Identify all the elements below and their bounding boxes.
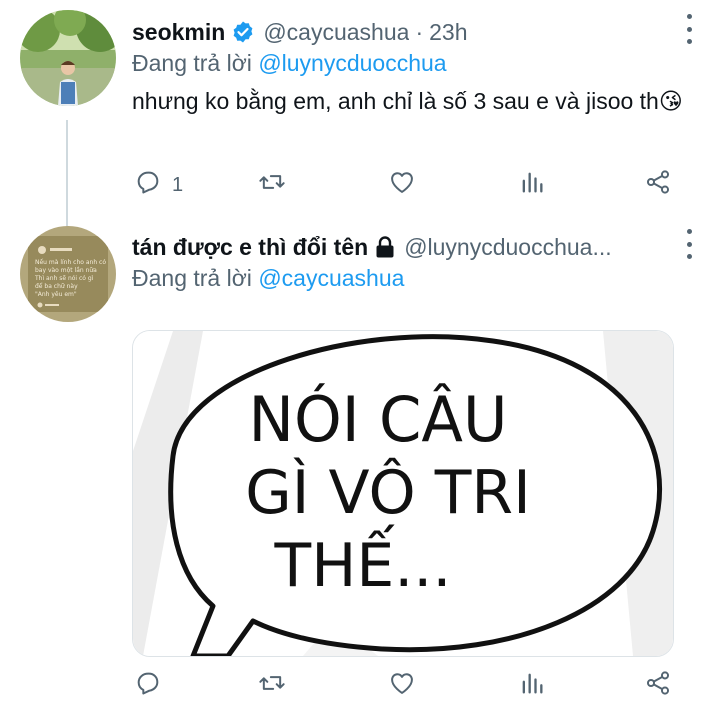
share-icon (644, 168, 672, 202)
like-button[interactable] (388, 671, 416, 701)
analytics-button[interactable] (518, 671, 546, 701)
speech-text-line: THẾ... (274, 523, 452, 601)
tweet-text: nhưng ko bằng em, anh chỉ là số 3 sau e … (132, 88, 683, 114)
like-button[interactable] (388, 170, 416, 200)
avatar-caption-line: Thì anh sẽ nói có gì (34, 275, 94, 282)
reply-button[interactable] (134, 671, 162, 701)
retweet-button[interactable] (258, 671, 286, 701)
username[interactable]: @caycuashua (263, 19, 409, 46)
analytics-button[interactable] (518, 170, 546, 200)
like-icon (388, 669, 416, 703)
retweet-icon (258, 669, 286, 703)
avatar[interactable]: Nếu mà lính cho anh có bay vào một lần n… (20, 226, 116, 322)
reply-icon (134, 168, 162, 202)
tweet-header: seokmin @caycuashua · 23h (132, 14, 700, 50)
retweet-button[interactable] (258, 170, 286, 200)
replying-prefix: Đang trả lời (132, 265, 252, 291)
display-name[interactable]: seokmin (132, 19, 225, 46)
share-button[interactable] (644, 671, 672, 701)
more-icon[interactable] (684, 229, 694, 259)
tweet-media-image[interactable]: NÓI CÂU GÌ VÔ TRI THẾ... (132, 330, 674, 657)
lock-icon (374, 235, 396, 259)
tweet[interactable]: Nếu mà lính cho anh có bay vào một lần n… (0, 215, 720, 711)
share-icon (644, 669, 672, 703)
share-button[interactable] (644, 170, 672, 200)
like-icon (388, 168, 416, 202)
verified-icon (231, 20, 255, 44)
timestamp[interactable]: 23h (429, 19, 467, 46)
tweet-actions: 1 (132, 170, 677, 200)
avatar-caption-line: để ba chữ này (35, 283, 78, 290)
reply-button[interactable]: 1 (134, 170, 183, 200)
avatar[interactable] (20, 10, 116, 106)
retweet-icon (258, 168, 286, 202)
speech-text-line: NÓI CÂU (249, 381, 508, 456)
tweet-actions (132, 671, 677, 701)
replying-prefix: Đang trả lời (132, 50, 252, 76)
replying-to: Đang trả lời @caycuashua (132, 265, 404, 292)
avatar-caption-line: "Anh yêu em" (35, 291, 77, 298)
display-name[interactable]: tán được e thì đổi tên (132, 234, 368, 261)
replying-to: Đang trả lời @luynycduocchua (132, 50, 447, 77)
avatar-caption-line: Nếu mà lính cho anh có (35, 259, 106, 266)
analytics-icon (518, 168, 546, 202)
tweet-header: tán được e thì đổi tên @luynycduocchua..… (132, 229, 700, 265)
username[interactable]: @luynycduocchua... (404, 234, 611, 261)
analytics-icon (518, 669, 546, 703)
speech-text-line: GÌ VÔ TRI (245, 456, 531, 528)
mention-link[interactable]: @caycuashua (258, 265, 404, 291)
mention-link[interactable]: @luynycduocchua (258, 50, 446, 76)
reply-icon (134, 669, 162, 703)
tweet[interactable]: seokmin @caycuashua · 23h Đang trả lời @… (0, 0, 720, 215)
more-icon[interactable] (684, 14, 694, 44)
avatar-caption-line: bay vào một lần nữa (35, 266, 97, 274)
reply-count: 1 (172, 173, 184, 196)
separator: · (415, 18, 424, 45)
